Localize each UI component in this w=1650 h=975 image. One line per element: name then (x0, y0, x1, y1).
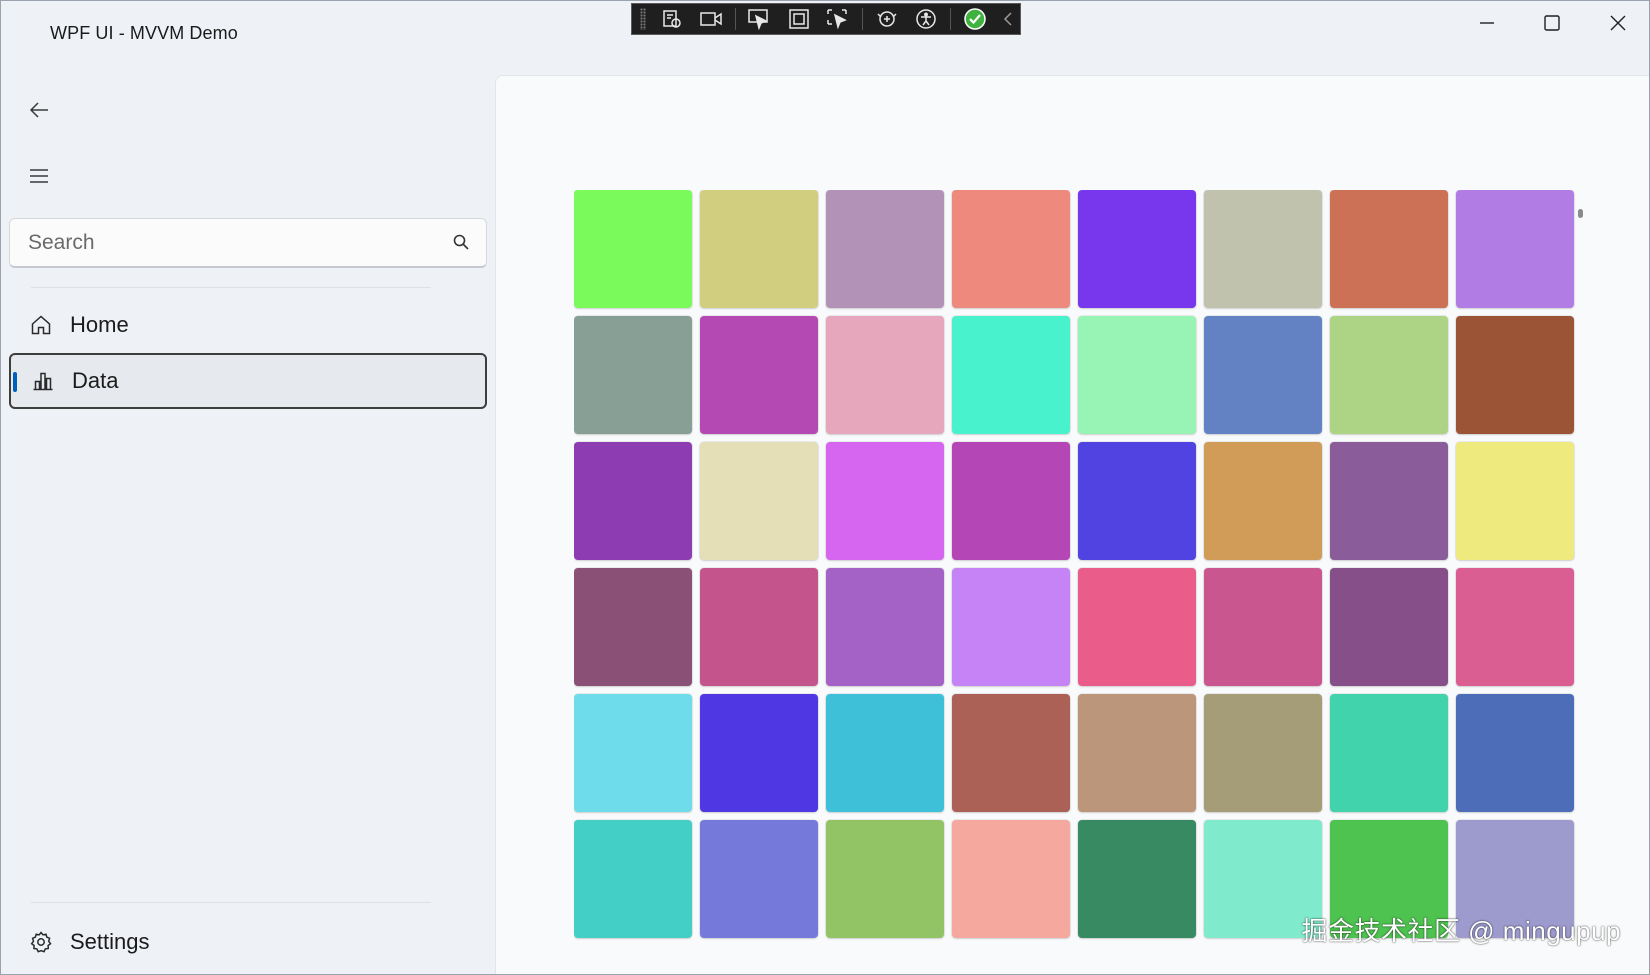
search-input[interactable] (26, 219, 430, 267)
color-swatch[interactable] (574, 694, 692, 812)
search-icon[interactable] (452, 233, 470, 251)
color-swatch[interactable] (574, 316, 692, 434)
color-swatch[interactable] (1456, 190, 1574, 308)
color-grid-viewport (574, 190, 1582, 974)
gear-icon (29, 930, 53, 954)
color-swatch[interactable] (1204, 568, 1322, 686)
color-swatch[interactable] (700, 316, 818, 434)
footer-divider (31, 902, 431, 903)
nav-item-data[interactable]: Data (9, 353, 487, 409)
color-swatch[interactable] (1456, 316, 1574, 434)
color-swatch[interactable] (1456, 442, 1574, 560)
color-swatch[interactable] (952, 820, 1070, 938)
nav-item-settings[interactable]: Settings (9, 914, 487, 970)
color-swatch[interactable] (1330, 568, 1448, 686)
arrow-left-icon (28, 100, 50, 125)
window-title: WPF UI - MVVM Demo (50, 23, 238, 43)
color-swatch[interactable] (574, 442, 692, 560)
color-swatch[interactable] (700, 694, 818, 812)
color-swatch[interactable] (700, 442, 818, 560)
display-layout-adorners-icon[interactable] (781, 5, 816, 33)
back-button[interactable] (19, 92, 59, 132)
color-swatch[interactable] (574, 190, 692, 308)
app-window: WPF UI - MVVM Demo Search Home Data Sett… (0, 0, 1650, 975)
color-swatch[interactable] (826, 190, 944, 308)
search-box (9, 218, 487, 268)
color-swatch[interactable] (700, 820, 818, 938)
color-swatch[interactable] (574, 568, 692, 686)
color-swatch[interactable] (574, 820, 692, 938)
track-focus-icon[interactable] (821, 5, 856, 33)
accessibility-icon[interactable] (909, 5, 944, 33)
color-swatch[interactable] (826, 820, 944, 938)
color-swatch[interactable] (952, 316, 1070, 434)
toolbar-separator (862, 8, 864, 30)
color-swatch[interactable] (1078, 694, 1196, 812)
color-swatch[interactable] (1456, 694, 1574, 812)
hamburger-menu-icon (28, 167, 50, 190)
color-swatch[interactable] (826, 694, 944, 812)
color-swatch[interactable] (826, 316, 944, 434)
nav-item-home[interactable]: Home (9, 297, 487, 353)
data-icon (31, 369, 55, 393)
color-swatch[interactable] (700, 568, 818, 686)
select-element-icon[interactable] (742, 5, 777, 33)
color-swatch[interactable] (952, 190, 1070, 308)
toggle-pane-button[interactable] (19, 158, 59, 198)
color-swatch[interactable] (1330, 694, 1448, 812)
color-swatch[interactable] (1330, 442, 1448, 560)
close-icon (1609, 14, 1627, 37)
close-button[interactable] (1588, 5, 1648, 45)
xaml-debug-toolbar (631, 3, 1021, 35)
color-swatch[interactable] (1078, 316, 1196, 434)
color-swatch[interactable] (1330, 316, 1448, 434)
record-icon[interactable] (693, 5, 728, 33)
color-swatch[interactable] (1078, 190, 1196, 308)
color-swatch[interactable] (826, 442, 944, 560)
vertical-scrollbar-thumb[interactable] (1578, 209, 1583, 218)
color-swatch[interactable] (1078, 442, 1196, 560)
maximize-icon (1543, 14, 1561, 37)
color-swatch[interactable] (1204, 190, 1322, 308)
color-swatch[interactable] (1204, 442, 1322, 560)
live-visual-tree-icon[interactable] (654, 5, 689, 33)
toolbar-separator (949, 8, 951, 30)
minimize-button[interactable] (1457, 5, 1517, 45)
collapse-chevron-icon[interactable] (996, 5, 1020, 33)
toolbar-grip-handle[interactable] (640, 8, 646, 30)
toolbar-separator (734, 8, 736, 30)
color-swatch[interactable] (1204, 316, 1322, 434)
maximize-button[interactable] (1522, 5, 1582, 45)
color-swatch[interactable] (1456, 568, 1574, 686)
home-icon (29, 313, 53, 337)
color-swatch[interactable] (1078, 820, 1196, 938)
nav-item-label: Home (70, 312, 129, 337)
color-grid (574, 190, 1574, 938)
color-swatch[interactable] (700, 190, 818, 308)
color-swatch[interactable] (1078, 568, 1196, 686)
nav-divider (31, 287, 431, 288)
color-swatch[interactable] (952, 442, 1070, 560)
color-swatch[interactable] (1330, 190, 1448, 308)
minimize-icon (1478, 14, 1496, 37)
color-swatch[interactable] (952, 694, 1070, 812)
watermark: 掘金技术社区 @ mingupup (1301, 916, 1621, 946)
nav-item-label: Settings (70, 929, 150, 954)
content-frame (495, 75, 1649, 974)
hot-reload-icon[interactable] (869, 5, 904, 33)
nav-item-label: Data (72, 368, 119, 393)
ui-check-passed-icon[interactable] (957, 5, 992, 33)
color-swatch[interactable] (826, 568, 944, 686)
color-swatch[interactable] (1204, 694, 1322, 812)
color-swatch[interactable] (952, 568, 1070, 686)
selection-indicator (13, 372, 17, 392)
